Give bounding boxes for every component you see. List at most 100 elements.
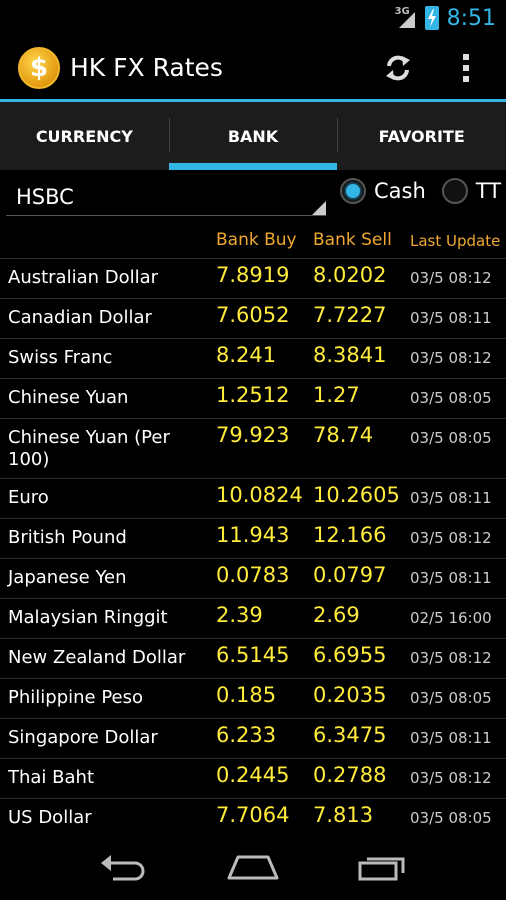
bank-sell-value: 0.2035 <box>313 683 387 707</box>
header-last-update: Last Update <box>410 232 501 250</box>
last-update-value: 03/5 08:12 <box>410 529 492 547</box>
radio-tt[interactable] <box>441 178 468 204</box>
network-type-label: 3G <box>394 6 410 17</box>
table-body: Australian Dollar 7.8919 8.0202 03/5 08:… <box>0 258 506 838</box>
spinner-triangle-icon <box>312 201 326 215</box>
table-row[interactable]: New Zealand Dollar 6.5145 6.6955 03/5 08… <box>0 638 506 678</box>
table-row[interactable]: Euro 10.0824 10.2605 03/5 08:11 <box>0 478 506 518</box>
bank-sell-value: 8.0202 <box>313 263 387 287</box>
last-update-value: 02/5 16:00 <box>410 609 492 627</box>
radio-cash[interactable] <box>340 178 366 204</box>
navigation-bar <box>0 832 506 900</box>
last-update-value: 03/5 08:05 <box>410 689 492 707</box>
last-update-value: 03/5 08:12 <box>410 349 492 367</box>
last-update-value: 03/5 08:05 <box>410 809 492 827</box>
bank-sell-value: 6.3475 <box>313 723 387 747</box>
bank-sell-value: 6.6955 <box>313 643 387 667</box>
app-title: HK FX Rates <box>70 53 223 82</box>
currency-name: Singapore Dollar <box>8 727 158 748</box>
tab-bar: CURRENCY BANK FAVORITE <box>0 102 506 170</box>
currency-name: US Dollar <box>8 807 92 828</box>
last-update-value: 03/5 08:05 <box>410 389 492 407</box>
tab-bank[interactable]: BANK <box>168 102 338 170</box>
radio-cash-label[interactable]: Cash <box>374 179 426 203</box>
table-row[interactable]: Malaysian Ringgit 2.39 2.69 02/5 16:00 <box>0 598 506 638</box>
action-bar: $ HK FX Rates <box>0 36 506 102</box>
bank-sell-value: 7.7227 <box>313 303 387 327</box>
back-icon <box>101 855 145 881</box>
currency-name: Chinese Yuan (Per 100) <box>8 427 170 470</box>
status-time: 8:51 <box>446 5 496 31</box>
table-row[interactable]: Swiss Franc 8.241 8.3841 03/5 08:12 <box>0 338 506 378</box>
recent-apps-button[interactable] <box>352 846 412 886</box>
currency-name: Japanese Yen <box>8 567 127 588</box>
bank-sell-value: 2.69 <box>313 603 360 627</box>
bank-sell-value: 1.27 <box>313 383 360 407</box>
refresh-icon <box>386 55 410 80</box>
last-update-value: 03/5 08:12 <box>410 769 492 787</box>
last-update-value: 03/5 08:05 <box>410 429 492 447</box>
bank-buy-value: 0.0783 <box>216 563 290 587</box>
signal-icon: 3G <box>395 6 417 30</box>
bank-spinner[interactable]: HSBC <box>6 178 326 216</box>
bank-buy-value: 2.39 <box>216 603 263 627</box>
bank-buy-value: 7.7064 <box>216 803 290 827</box>
table-row[interactable]: Philippine Peso 0.185 0.2035 03/5 08:05 <box>0 678 506 718</box>
bank-buy-value: 10.0824 <box>216 483 303 507</box>
bank-buy-value: 1.2512 <box>216 383 290 407</box>
bank-sell-value: 12.166 <box>313 523 387 547</box>
last-update-value: 03/5 08:11 <box>410 729 492 747</box>
bank-sell-value: 7.813 <box>313 803 374 827</box>
bank-spinner-value: HSBC <box>16 184 74 209</box>
currency-name: Euro <box>8 487 49 508</box>
header-bank-buy: Bank Buy <box>216 230 297 250</box>
bank-sell-value: 10.2605 <box>313 483 400 507</box>
refresh-button[interactable] <box>378 48 418 88</box>
currency-name: Chinese Yuan <box>8 387 129 408</box>
back-button[interactable] <box>94 846 154 886</box>
filter-row: HSBC Cash TT <box>0 172 506 222</box>
currency-name: British Pound <box>8 527 127 548</box>
bank-sell-value: 8.3841 <box>313 343 387 367</box>
currency-name: New Zealand Dollar <box>8 647 186 668</box>
battery-charging-icon <box>424 6 439 30</box>
bank-sell-value: 78.74 <box>313 423 374 447</box>
recent-apps-icon <box>358 857 405 881</box>
radio-tt-label[interactable]: TT <box>476 179 501 203</box>
bank-buy-value: 0.2445 <box>216 763 290 787</box>
last-update-value: 03/5 08:12 <box>410 649 492 667</box>
bank-buy-value: 7.8919 <box>216 263 290 287</box>
status-bar: 3G 8:51 <box>0 0 506 36</box>
bank-sell-value: 0.2788 <box>313 763 387 787</box>
tab-favorite[interactable]: FAVORITE <box>337 102 506 170</box>
home-button[interactable] <box>223 846 283 886</box>
table-row[interactable]: Canadian Dollar 7.6052 7.7227 03/5 08:11 <box>0 298 506 338</box>
overflow-menu-icon <box>463 53 469 60</box>
bank-buy-value: 6.5145 <box>216 643 290 667</box>
bank-buy-value: 8.241 <box>216 343 277 367</box>
table-row[interactable]: Chinese Yuan (Per 100) 79.923 78.74 03/5… <box>0 418 506 478</box>
currency-name: Philippine Peso <box>8 687 143 708</box>
tab-currency[interactable]: CURRENCY <box>0 102 169 170</box>
currency-name: Australian Dollar <box>8 267 159 288</box>
table-row[interactable]: Japanese Yen 0.0783 0.0797 03/5 08:11 <box>0 558 506 598</box>
bank-buy-value: 0.185 <box>216 683 277 707</box>
table-row[interactable]: Chinese Yuan 1.2512 1.27 03/5 08:05 <box>0 378 506 418</box>
bank-buy-value: 6.233 <box>216 723 277 747</box>
rate-type-radio-group: Cash TT <box>340 178 506 204</box>
last-update-value: 03/5 08:11 <box>410 309 492 327</box>
last-update-value: 03/5 08:11 <box>410 489 492 507</box>
bank-buy-value: 7.6052 <box>216 303 290 327</box>
table-row[interactable]: British Pound 11.943 12.166 03/5 08:12 <box>0 518 506 558</box>
currency-name: Swiss Franc <box>8 347 113 368</box>
table-row[interactable]: Australian Dollar 7.8919 8.0202 03/5 08:… <box>0 258 506 298</box>
overflow-menu-button[interactable] <box>456 48 476 88</box>
last-update-value: 03/5 08:12 <box>410 269 492 287</box>
table-row[interactable]: Singapore Dollar 6.233 6.3475 03/5 08:11 <box>0 718 506 758</box>
dollar-coin-icon[interactable]: $ <box>18 46 60 89</box>
header-bank-sell: Bank Sell <box>313 230 392 250</box>
currency-name: Malaysian Ringgit <box>8 607 168 628</box>
bank-sell-value: 0.0797 <box>313 563 387 587</box>
home-icon <box>227 855 279 880</box>
table-row[interactable]: Thai Baht 0.2445 0.2788 03/5 08:12 <box>0 758 506 798</box>
